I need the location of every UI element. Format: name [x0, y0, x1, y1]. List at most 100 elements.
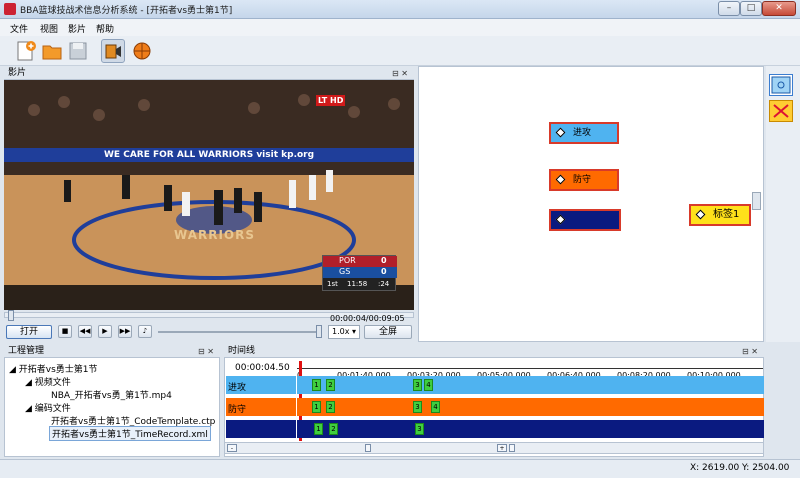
tree-code-file2[interactable]: 开拓者vs勇士第1节_TimeRecord.xml [49, 426, 211, 441]
video-frame[interactable]: WE CARE FOR ALL WARRIORS visit kp.org LT… [4, 80, 414, 310]
channel-logo: LT HD [316, 95, 346, 106]
open-button[interactable]: 打开 [6, 325, 52, 339]
game-clock: 11:58 [347, 280, 368, 288]
status-y: Y: 2504.00 [742, 463, 790, 473]
project-tree: ◢ 开拓者vs勇士第1节 ◢ 视频文件 NBA_开拓者vs勇_第1节.mp4 ◢… [4, 357, 220, 457]
menu-file[interactable]: 文件 [10, 22, 28, 35]
menu-view[interactable]: 视图 [40, 22, 58, 35]
team1-score: 0 [381, 256, 387, 265]
diamond-icon [555, 214, 566, 225]
tree-video-file[interactable]: NBA_开拓者vs勇_第1节.mp4 [51, 388, 172, 401]
node-defense[interactable]: 防守 [549, 169, 619, 191]
speed-select[interactable]: 1.0x ▾ [328, 325, 360, 339]
basketball-button[interactable] [130, 39, 154, 63]
time-display: 00:00:04/00:09:05 [330, 314, 405, 323]
volume-slider[interactable] [158, 331, 322, 333]
rewind-button[interactable]: ◀◀ [78, 325, 92, 338]
time-clip[interactable]: 2 [326, 401, 335, 413]
time-clip[interactable]: 4 [431, 401, 440, 413]
vertical-scrollbar-thumb[interactable] [752, 192, 761, 210]
save-button[interactable] [66, 39, 90, 63]
menu-bar: 文件 视图 影片 帮助 [0, 19, 800, 36]
diamond-icon [555, 174, 566, 185]
time-clip[interactable]: 1 [312, 379, 321, 391]
title-bar: BBA篮球技战术信息分析系统 - [开拓者vs勇士第1节] – □ ✕ [0, 0, 800, 19]
diamond-icon [695, 209, 706, 220]
time-clip[interactable]: 1 [312, 401, 321, 413]
close-button[interactable]: ✕ [762, 1, 796, 16]
zoom-thumb[interactable] [365, 444, 371, 452]
shot-clock: :24 [378, 280, 390, 288]
open-project-button[interactable] [40, 39, 64, 63]
time-clip[interactable]: 3 [415, 423, 424, 435]
new-file-icon [17, 41, 36, 61]
arena-banner-text: WE CARE FOR ALL WARRIORS visit kp.org [104, 150, 315, 160]
timeline-current-time: 00:00:04.50 [235, 363, 290, 373]
code-diagram-canvas[interactable]: 进攻 防守 标签1 [418, 66, 764, 342]
video-panel-title: 影片 [8, 68, 27, 78]
timeline-scrollbar[interactable]: - + [224, 442, 764, 454]
status-bar: X: 2619.00 Y: 2504.00 [0, 459, 800, 478]
side-toolbar [766, 66, 800, 342]
time-clip[interactable]: 4 [424, 379, 433, 391]
track-label: 进攻 [228, 383, 247, 393]
video-panel-header: 影片 ⊟ ✕ [4, 67, 414, 80]
play-button[interactable]: ▶ [98, 325, 112, 338]
tree-panel-title: 工程管理 [8, 346, 45, 356]
toolbar [0, 36, 800, 66]
zoom-out-icon[interactable]: - [227, 444, 237, 452]
node-tag1[interactable]: 标签1 [689, 204, 751, 226]
timeline-panel-title: 时间线 [228, 346, 256, 356]
new-project-button[interactable] [14, 39, 38, 63]
timeline-track[interactable]: 12 3 [226, 420, 764, 438]
save-icon [69, 42, 87, 60]
time-clip[interactable]: 2 [326, 379, 335, 391]
tactic-view-button[interactable] [769, 100, 793, 122]
zoom-in-icon[interactable]: + [497, 444, 507, 452]
court-view-button[interactable] [769, 74, 793, 96]
timeline-track[interactable]: 进攻 1 2 3 4 [226, 376, 764, 394]
node-label: 防守 [573, 175, 592, 185]
team2-name: GS [339, 267, 351, 276]
app-icon [4, 3, 16, 15]
track-separator [296, 420, 297, 438]
fast-forward-button[interactable]: ▶▶ [118, 325, 132, 338]
time-clip[interactable]: 2 [329, 423, 338, 435]
node-label: 标签1 [713, 209, 740, 220]
diamond-icon [555, 127, 566, 138]
menu-help[interactable]: 帮助 [96, 22, 114, 35]
period: 1st [327, 280, 338, 288]
tree-code-folder[interactable]: ◢ 编码文件 [25, 401, 71, 414]
folder-icon [42, 45, 62, 60]
node-attack[interactable]: 进攻 [549, 122, 619, 144]
tactic-icon [773, 104, 789, 118]
time-clip[interactable]: 1 [314, 423, 323, 435]
maximize-button[interactable]: □ [740, 1, 762, 16]
timeline-track[interactable]: 防守 1 2 3 4 [226, 398, 764, 416]
time-clip[interactable]: 3 [413, 401, 422, 413]
menu-movie[interactable]: 影片 [68, 22, 86, 35]
minimize-button[interactable]: – [718, 1, 740, 16]
video-icon [105, 44, 121, 59]
team2-score: 0 [381, 267, 387, 276]
video-mode-button[interactable] [101, 39, 125, 63]
stop-button[interactable]: ■ [58, 325, 72, 338]
court-floor-text: WARRIORS [174, 228, 256, 242]
scroll-thumb[interactable] [509, 444, 515, 452]
status-x: X: 2619.00 [690, 463, 740, 473]
tree-video-folder[interactable]: ◢ 视频文件 [25, 375, 71, 388]
fullscreen-button[interactable]: 全屏 [364, 325, 412, 339]
speed-value: 1.0x [332, 327, 350, 336]
node-other[interactable] [549, 209, 621, 231]
progress-thumb[interactable] [7, 310, 14, 321]
volume-icon[interactable]: ♪ [138, 325, 152, 338]
window-title: BBA篮球技战术信息分析系统 - [开拓者vs勇士第1节] [20, 6, 233, 16]
tree-root[interactable]: ◢ 开拓者vs勇士第1节 [9, 362, 98, 375]
basketball-icon [133, 42, 151, 60]
pin-icon[interactable]: ⊟ ✕ [392, 68, 408, 80]
court-icon [771, 76, 791, 94]
volume-thumb[interactable] [316, 325, 322, 338]
node-label: 进攻 [573, 128, 592, 138]
time-clip[interactable]: 3 [413, 379, 422, 391]
team1-name: POR [339, 256, 356, 265]
